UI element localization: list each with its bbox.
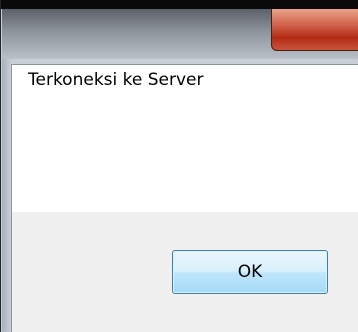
dialog-window: Terkoneksi ke Server OK [0,0,358,332]
ok-button[interactable]: OK [172,250,328,294]
close-button[interactable] [271,9,358,51]
window-top-edge [1,0,358,9]
dialog-message: Terkoneksi ke Server [28,70,204,90]
window-frame-left [2,59,11,332]
